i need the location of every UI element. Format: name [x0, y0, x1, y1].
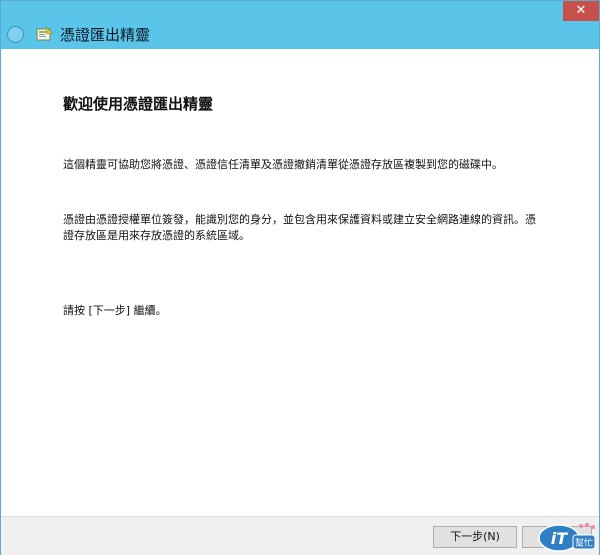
close-button[interactable]: ✕	[563, 1, 599, 21]
watermark-logo-text: iT	[551, 529, 568, 548]
next-button[interactable]: 下一步(N)	[433, 526, 517, 548]
description-paragraph: 憑證由憑證授權單位簽發，能識別您的身分，並包含用來保護資料或建立安全網路連線的資…	[63, 213, 536, 242]
title-bar: 憑證匯出精靈 ✕	[1, 1, 599, 49]
watermark-sub-text: 幫忙	[575, 537, 593, 549]
certificate-wizard-icon	[36, 26, 53, 41]
ithelp-watermark-logo: iT 幫忙	[538, 523, 596, 552]
page-heading: 歡迎使用憑證匯出精靈	[63, 95, 214, 113]
window-title: 憑證匯出精靈	[60, 26, 151, 44]
intro-paragraph: 這個精靈可協助您將憑證、憑證信任清單及憑證撤銷清單從憑證存放區複製到您的磁碟中。	[63, 158, 503, 171]
close-icon: ✕	[575, 3, 587, 18]
wizard-footer: 下一步(N)	[1, 516, 599, 555]
certificate-export-wizard-window: 憑證匯出精靈 ✕ 歡迎使用憑證匯出精靈 這個精靈可協助您將憑證、憑證信任清單及憑…	[0, 0, 600, 555]
back-arrow-icon[interactable]	[7, 26, 24, 43]
wizard-content: 歡迎使用憑證匯出精靈 這個精靈可協助您將憑證、憑證信任清單及憑證撤銷清單從憑證存…	[1, 49, 599, 516]
instruction-paragraph: 請按 [下一步] 繼續。	[63, 304, 167, 317]
